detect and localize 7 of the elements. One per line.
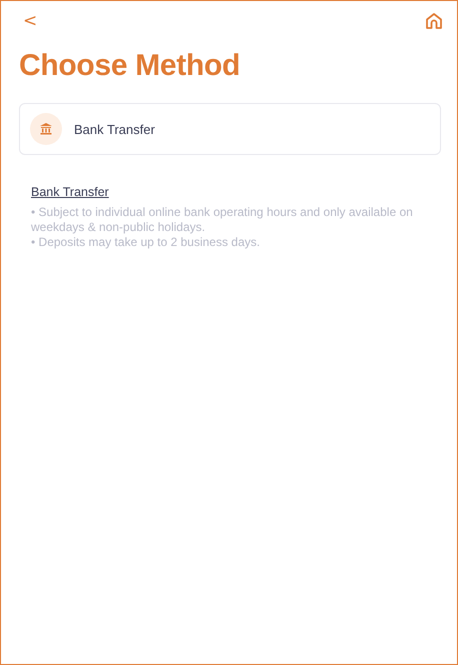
page-title: Choose Method [19, 49, 242, 83]
info-note: • Deposits may take up to 2 business days. [31, 235, 261, 250]
home-icon[interactable] [425, 12, 443, 30]
bank-icon [30, 113, 62, 145]
payment-method-option[interactable]: Bank Transfer [19, 103, 441, 155]
info-heading-link[interactable]: Bank Transfer [31, 185, 109, 199]
info-note: • Subject to individual online bank operating hours and only available on weekdays & non-public holidays. [31, 205, 414, 235]
